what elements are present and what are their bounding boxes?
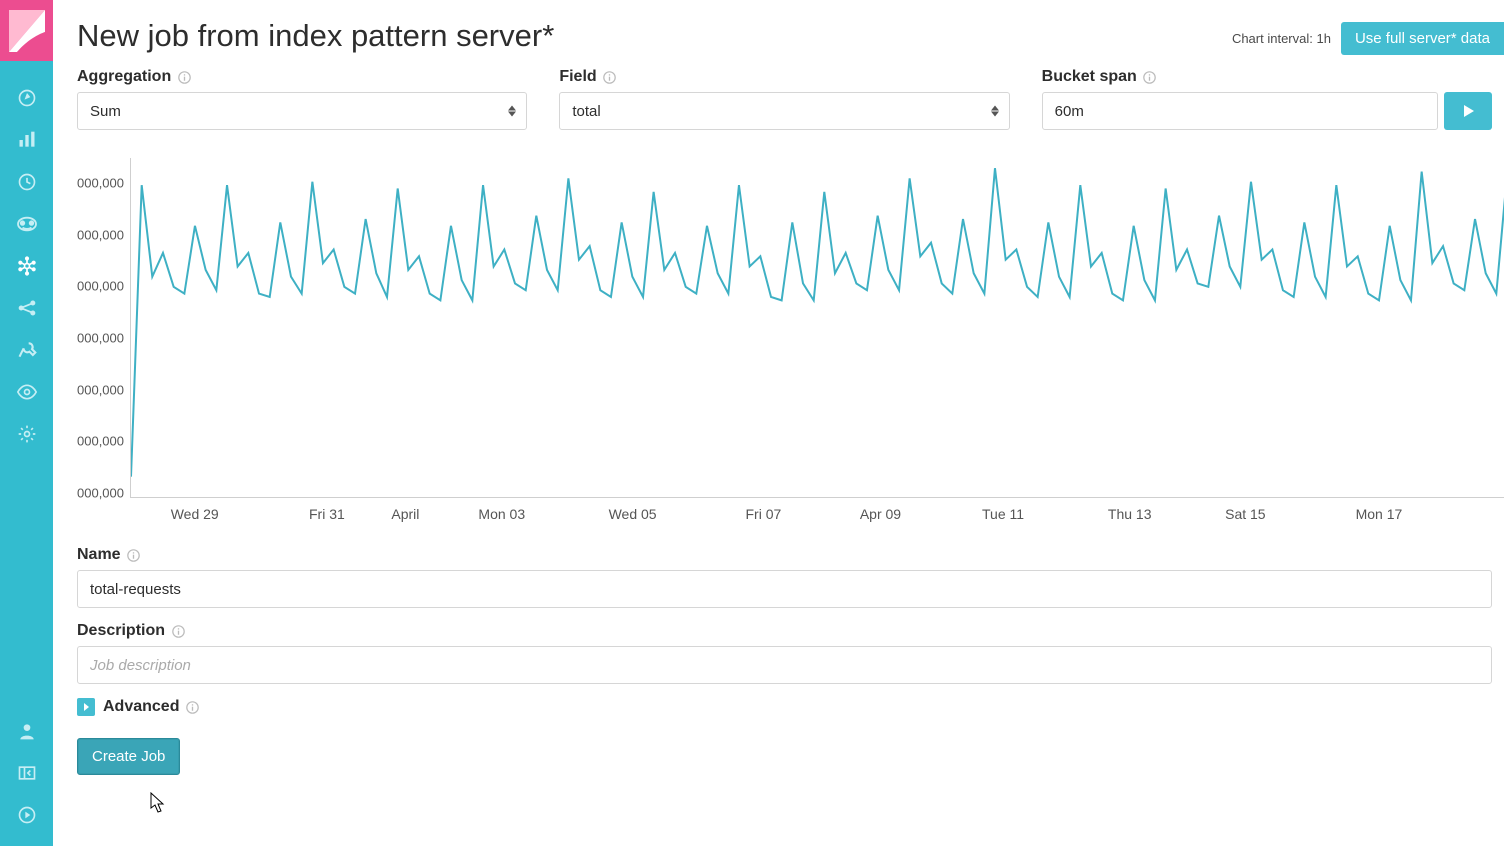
aggregation-select[interactable]: Sum: [77, 92, 527, 130]
nav-account-icon[interactable]: [0, 710, 53, 752]
x-tick: Apr 09: [860, 506, 901, 522]
name-row: Name: [77, 546, 1504, 608]
nav-dashboard-icon[interactable]: [0, 203, 53, 245]
topbar: Chart interval: 1h Use full server* data: [1232, 22, 1504, 55]
info-icon[interactable]: [177, 70, 191, 84]
nav-graph-icon[interactable]: [0, 287, 53, 329]
y-tick: 000,000: [77, 486, 124, 501]
aggregation-value: Sum: [90, 103, 121, 120]
field-group: Field total: [559, 68, 1009, 130]
x-tick: Mon 03: [478, 506, 525, 522]
chevron-right-icon: [82, 703, 90, 711]
y-tick: 000,000: [77, 176, 124, 191]
description-row: Description: [77, 622, 1504, 684]
nav-icons: [0, 61, 53, 455]
use-full-data-button[interactable]: Use full server* data: [1341, 22, 1504, 55]
chart-interval-label: Chart interval: 1h: [1232, 31, 1331, 46]
nav-play-icon[interactable]: [0, 794, 53, 836]
kibana-logo[interactable]: [0, 0, 53, 61]
advanced-toggle[interactable]: [77, 698, 95, 716]
selectors: Aggregation Sum Field tot: [77, 68, 1504, 130]
bucket-value: 60m: [1055, 103, 1084, 120]
x-tick: Mon 17: [1356, 506, 1403, 522]
bucket-label-text: Bucket span: [1042, 68, 1137, 86]
bucket-group: Bucket span 60m: [1042, 68, 1492, 130]
bucket-input[interactable]: 60m: [1042, 92, 1438, 130]
x-tick: Fri 07: [746, 506, 782, 522]
info-icon[interactable]: [127, 548, 141, 562]
chart-plot: [130, 158, 1504, 498]
main: Chart interval: 1h Use full server* data…: [53, 0, 1504, 846]
description-input[interactable]: [77, 646, 1492, 684]
info-icon[interactable]: [171, 624, 185, 638]
nav-discover-icon[interactable]: [0, 77, 53, 119]
name-label: Name: [77, 546, 1492, 564]
x-tick: Tue 11: [982, 506, 1024, 522]
y-tick: 000,000: [77, 227, 124, 242]
bottom-icons: [0, 710, 53, 846]
select-caret-icon: [991, 106, 999, 117]
field-select[interactable]: total: [559, 92, 1009, 130]
y-tick: 000,000: [77, 434, 124, 449]
description-label-text: Description: [77, 622, 165, 640]
y-tick: 000,000: [77, 331, 124, 346]
select-caret-icon: [508, 106, 516, 117]
sidebar: [0, 0, 53, 846]
field-value: total: [572, 103, 600, 120]
aggregation-label-text: Aggregation: [77, 68, 171, 86]
field-label-text: Field: [559, 68, 596, 86]
create-job-button[interactable]: Create Job: [77, 738, 180, 775]
info-icon[interactable]: [185, 700, 199, 714]
x-tick: Wed 05: [609, 506, 657, 522]
aggregation-group: Aggregation Sum: [77, 68, 527, 130]
nav-monitoring-icon[interactable]: [0, 371, 53, 413]
x-tick: Thu 13: [1108, 506, 1152, 522]
advanced-label: Advanced: [103, 698, 199, 716]
field-label: Field: [559, 68, 1009, 86]
name-input[interactable]: [77, 570, 1492, 608]
advanced-row: Advanced: [77, 698, 1504, 716]
y-tick: 000,000: [77, 279, 124, 294]
nav-timelion-icon[interactable]: [0, 161, 53, 203]
cursor-icon: [149, 792, 167, 814]
bucket-label: Bucket span: [1042, 68, 1492, 86]
nav-collapse-icon[interactable]: [0, 752, 53, 794]
run-button[interactable]: [1444, 92, 1492, 130]
nav-ml-icon[interactable]: [0, 245, 53, 287]
y-tick: 000,000: [77, 382, 124, 397]
x-tick: April: [391, 506, 419, 522]
description-label: Description: [77, 622, 1492, 640]
x-tick: Fri 31: [309, 506, 345, 522]
nav-devtools-icon[interactable]: [0, 329, 53, 371]
name-label-text: Name: [77, 546, 121, 564]
nav-visualize-icon[interactable]: [0, 119, 53, 161]
info-icon[interactable]: [603, 70, 617, 84]
aggregation-label: Aggregation: [77, 68, 527, 86]
info-icon[interactable]: [1143, 70, 1157, 84]
x-tick: Wed 29: [171, 506, 219, 522]
x-tick: Sat 15: [1225, 506, 1265, 522]
advanced-label-text: Advanced: [103, 698, 179, 716]
nav-management-icon[interactable]: [0, 413, 53, 455]
play-icon: [1461, 104, 1475, 118]
chart: 000,000 000,000 000,000 000,000 000,000 000,0…: [77, 158, 1504, 528]
